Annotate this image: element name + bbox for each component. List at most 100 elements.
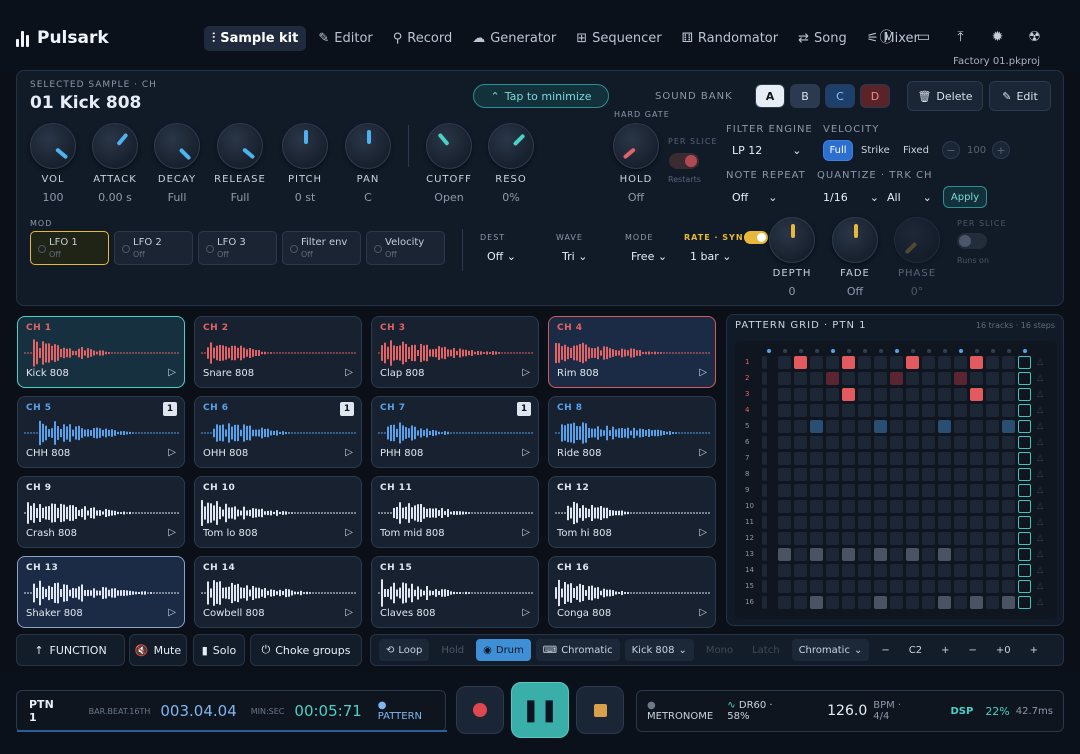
- grid-step[interactable]: [938, 516, 951, 529]
- grid-step[interactable]: [762, 516, 767, 529]
- grid-step[interactable]: [906, 372, 919, 385]
- grid-step[interactable]: [874, 516, 887, 529]
- grid-step[interactable]: [842, 356, 855, 369]
- grid-step[interactable]: [810, 532, 823, 545]
- grid-step[interactable]: [762, 356, 767, 369]
- grid-step[interactable]: [938, 580, 951, 593]
- grid-step[interactable]: [842, 516, 855, 529]
- grid-step[interactable]: [1018, 500, 1031, 513]
- grid-step[interactable]: [922, 452, 935, 465]
- grid-step[interactable]: [858, 484, 871, 497]
- grid-step[interactable]: [826, 452, 839, 465]
- edit-button[interactable]: ✎ Edit: [989, 81, 1051, 111]
- grid-step[interactable]: [954, 404, 967, 417]
- grid-step[interactable]: [1018, 388, 1031, 401]
- mod-slot-lfo-1[interactable]: LFO 1 Off: [30, 231, 109, 265]
- grid-step[interactable]: [1002, 436, 1015, 449]
- grid-step[interactable]: [794, 500, 807, 513]
- grid-step[interactable]: [858, 580, 871, 593]
- grid-step[interactable]: [778, 468, 791, 481]
- grid-step[interactable]: [842, 468, 855, 481]
- loop-button[interactable]: ⟲ Loop: [379, 639, 430, 661]
- grid-step[interactable]: [810, 516, 823, 529]
- grid-step[interactable]: [890, 388, 903, 401]
- grid-step[interactable]: [954, 372, 967, 385]
- latch-button[interactable]: Latch: [745, 639, 786, 661]
- grid-step[interactable]: [1002, 388, 1015, 401]
- grid-step[interactable]: [858, 372, 871, 385]
- grid-step[interactable]: [922, 420, 935, 433]
- grid-step[interactable]: [906, 532, 919, 545]
- grid-step[interactable]: [778, 420, 791, 433]
- play-icon[interactable]: ▷: [345, 607, 353, 618]
- grid-step[interactable]: [810, 548, 823, 561]
- grid-step[interactable]: [938, 436, 951, 449]
- grid-step[interactable]: [890, 468, 903, 481]
- phase-knob[interactable]: [894, 217, 940, 263]
- channel-tile[interactable]: CH 14 Cowbell 808 ▷: [194, 556, 362, 628]
- grid-step[interactable]: [986, 516, 999, 529]
- grid-step[interactable]: [1018, 548, 1031, 561]
- grid-step[interactable]: [810, 388, 823, 401]
- grid-step[interactable]: [906, 388, 919, 401]
- grid-step[interactable]: [826, 484, 839, 497]
- grid-step[interactable]: [970, 596, 983, 609]
- grid-step[interactable]: [922, 532, 935, 545]
- grid-step[interactable]: [906, 548, 919, 561]
- grid-step[interactable]: [970, 452, 983, 465]
- grid-step[interactable]: [970, 580, 983, 593]
- hold-knob[interactable]: [613, 123, 659, 169]
- grid-step[interactable]: [954, 452, 967, 465]
- grid-step[interactable]: [1002, 596, 1015, 609]
- grid-step[interactable]: [826, 372, 839, 385]
- grid-step[interactable]: [1002, 420, 1015, 433]
- grid-step[interactable]: [826, 404, 839, 417]
- play-icon[interactable]: ▷: [168, 447, 176, 458]
- minimize-button[interactable]: ⌃ Tap to minimize: [473, 84, 609, 108]
- bank-b-button[interactable]: B: [790, 84, 820, 108]
- velocity-plus-button[interactable]: +: [992, 141, 1010, 159]
- grid-step[interactable]: [762, 388, 767, 401]
- grid-step[interactable]: [1018, 596, 1031, 609]
- transpose-minus-button[interactable]: −: [962, 639, 984, 661]
- grid-step[interactable]: [1018, 404, 1031, 417]
- grid-step[interactable]: [1002, 564, 1015, 577]
- nav-sequencer[interactable]: ⊞ Sequencer: [568, 26, 669, 51]
- grid-step[interactable]: [906, 356, 919, 369]
- play-icon[interactable]: ▷: [168, 607, 176, 618]
- grid-step[interactable]: [970, 388, 983, 401]
- grid-step[interactable]: [954, 436, 967, 449]
- grid-step[interactable]: [1002, 532, 1015, 545]
- grid-step[interactable]: [1018, 484, 1031, 497]
- grid-step[interactable]: [858, 404, 871, 417]
- grid-step[interactable]: [890, 532, 903, 545]
- grid-step[interactable]: [986, 388, 999, 401]
- grid-step[interactable]: [778, 388, 791, 401]
- grid-step[interactable]: [842, 564, 855, 577]
- grid-step[interactable]: [890, 548, 903, 561]
- grid-step[interactable]: [986, 420, 999, 433]
- metronome-toggle[interactable]: ● METRONOME: [647, 700, 715, 722]
- vol-knob[interactable]: [30, 123, 76, 169]
- choke-groups-button[interactable]: ⏻ Choke groups: [250, 634, 362, 666]
- grid-step[interactable]: [970, 484, 983, 497]
- mono-button[interactable]: Mono: [699, 639, 740, 661]
- grid-step[interactable]: [1002, 452, 1015, 465]
- upload-icon[interactable]: ⤒: [952, 28, 969, 45]
- mute-button[interactable]: 🔇 Mute: [129, 634, 187, 666]
- grid-step[interactable]: [986, 404, 999, 417]
- grid-step[interactable]: [874, 500, 887, 513]
- grid-step[interactable]: [906, 516, 919, 529]
- grid-step[interactable]: [826, 388, 839, 401]
- mod-slot-lfo-2[interactable]: LFO 2 Off: [114, 231, 193, 265]
- channel-tile[interactable]: CH 7 1 PHH 808 ▷: [371, 396, 539, 468]
- transpose-plus-button[interactable]: +: [1023, 639, 1045, 661]
- channel-tile[interactable]: CH 2 Snare 808 ▷: [194, 316, 362, 388]
- grid-step[interactable]: [938, 404, 951, 417]
- grid-step[interactable]: [842, 532, 855, 545]
- channel-tile[interactable]: CH 3 Clap 808 ▷: [371, 316, 539, 388]
- nav-randomator[interactable]: ⚅ Randomator: [674, 26, 787, 51]
- grid-step[interactable]: [986, 532, 999, 545]
- quantize-select[interactable]: 1/16 ⌄: [823, 191, 879, 204]
- nav-sample-kit[interactable]: ⫶ Sample kit: [204, 26, 307, 51]
